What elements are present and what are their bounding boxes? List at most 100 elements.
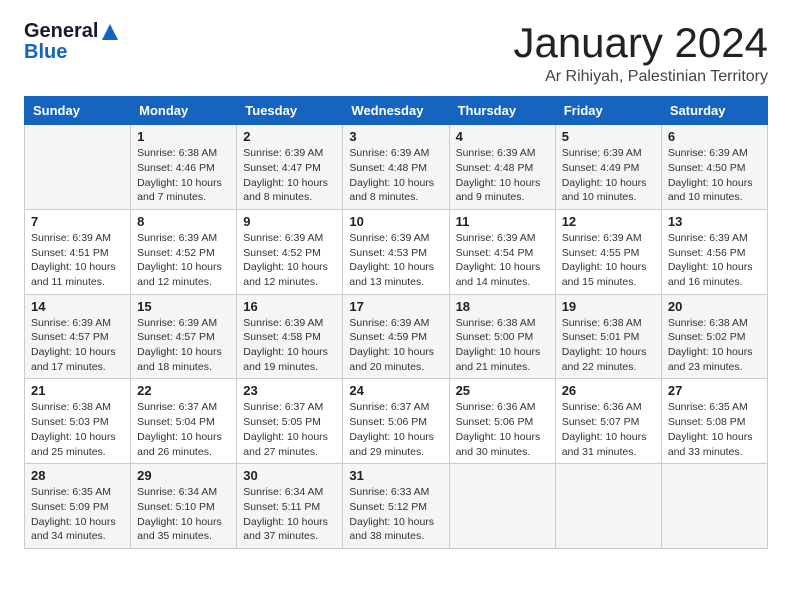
calendar-cell: 13 Sunrise: 6:39 AMSunset: 4:56 PMDayligh… — [661, 209, 767, 294]
calendar-cell: 31 Sunrise: 6:33 AMSunset: 5:12 PMDayligh… — [343, 464, 449, 549]
logo-general: General — [24, 20, 98, 43]
calendar-cell: 12Sunrise: 6:39 AMSunset: 4:55 PMDayligh… — [555, 209, 661, 294]
day-info: Sunrise: 6:34 AMSunset: 5:10 PMDaylight:… — [137, 485, 230, 544]
day-info: Sunrise: 6:39 AMSunset: 4:47 PMDaylight:… — [243, 146, 336, 205]
weekday-header-monday: Monday — [131, 97, 237, 125]
day-number: 25 — [456, 383, 549, 398]
calendar-cell — [555, 464, 661, 549]
day-info: Sunrise: 6:34 AMSunset: 5:11 PMDaylight:… — [243, 485, 336, 544]
day-number: 27 — [668, 383, 761, 398]
calendar-cell: 20 Sunrise: 6:38 AMSunset: 5:02 PMDayligh… — [661, 294, 767, 379]
day-number: 9 — [243, 214, 336, 229]
day-info: Sunrise: 6:39 AMSunset: 4:53 PMDaylight:… — [349, 231, 442, 290]
calendar-cell: 21Sunrise: 6:38 AMSunset: 5:03 PMDayligh… — [25, 379, 131, 464]
day-info: Sunrise: 6:39 AMSunset: 4:52 PMDaylight:… — [137, 231, 230, 290]
day-number: 19 — [562, 299, 655, 314]
calendar-cell — [661, 464, 767, 549]
calendar-cell: 24 Sunrise: 6:37 AMSunset: 5:06 PMDayligh… — [343, 379, 449, 464]
calendar-cell: 22 Sunrise: 6:37 AMSunset: 5:04 PMDayligh… — [131, 379, 237, 464]
calendar-cell: 14 Sunrise: 6:39 AMSunset: 4:57 PMDayligh… — [25, 294, 131, 379]
day-number: 3 — [349, 129, 442, 144]
calendar-cell: 9 Sunrise: 6:39 AMSunset: 4:52 PMDaylight… — [237, 209, 343, 294]
day-info: Sunrise: 6:37 AMSunset: 5:05 PMDaylight:… — [243, 400, 336, 459]
day-info: Sunrise: 6:39 AMSunset: 4:48 PMDaylight:… — [456, 146, 549, 205]
day-number: 13 — [668, 214, 761, 229]
weekday-header-row: SundayMondayTuesdayWednesdayThursdayFrid… — [25, 97, 768, 125]
month-year-title: January 2024 — [513, 20, 768, 66]
day-info: Sunrise: 6:36 AMSunset: 5:07 PMDaylight:… — [562, 400, 655, 459]
day-number: 31 — [349, 468, 442, 483]
day-number: 20 — [668, 299, 761, 314]
day-info: Sunrise: 6:39 AMSunset: 4:57 PMDaylight:… — [137, 316, 230, 375]
day-number: 24 — [349, 383, 442, 398]
day-number: 22 — [137, 383, 230, 398]
day-number: 26 — [562, 383, 655, 398]
day-info: Sunrise: 6:39 AMSunset: 4:58 PMDaylight:… — [243, 316, 336, 375]
day-number: 2 — [243, 129, 336, 144]
day-number: 1 — [137, 129, 230, 144]
day-info: Sunrise: 6:39 AMSunset: 4:50 PMDaylight:… — [668, 146, 761, 205]
calendar-week-row: 1 Sunrise: 6:38 AMSunset: 4:46 PMDaylight… — [25, 125, 768, 210]
calendar-cell: 6Sunrise: 6:39 AMSunset: 4:50 PMDaylight… — [661, 125, 767, 210]
day-info: Sunrise: 6:39 AMSunset: 4:48 PMDaylight:… — [349, 146, 442, 205]
day-info: Sunrise: 6:38 AMSunset: 4:46 PMDaylight:… — [137, 146, 230, 205]
calendar-table: SundayMondayTuesdayWednesdayThursdayFrid… — [24, 96, 768, 549]
calendar-cell: 26 Sunrise: 6:36 AMSunset: 5:07 PMDayligh… — [555, 379, 661, 464]
day-info: Sunrise: 6:37 AMSunset: 5:06 PMDaylight:… — [349, 400, 442, 459]
calendar-cell: 25 Sunrise: 6:36 AMSunset: 5:06 PMDayligh… — [449, 379, 555, 464]
day-number: 8 — [137, 214, 230, 229]
calendar-cell: 27Sunrise: 6:35 AMSunset: 5:08 PMDayligh… — [661, 379, 767, 464]
day-number: 4 — [456, 129, 549, 144]
day-info: Sunrise: 6:39 AMSunset: 4:56 PMDaylight:… — [668, 231, 761, 290]
calendar-cell: 7 Sunrise: 6:39 AMSunset: 4:51 PMDaylight… — [25, 209, 131, 294]
calendar-cell: 30Sunrise: 6:34 AMSunset: 5:11 PMDayligh… — [237, 464, 343, 549]
day-info: Sunrise: 6:38 AMSunset: 5:03 PMDaylight:… — [31, 400, 124, 459]
calendar-cell: 16Sunrise: 6:39 AMSunset: 4:58 PMDayligh… — [237, 294, 343, 379]
day-info: Sunrise: 6:39 AMSunset: 4:57 PMDaylight:… — [31, 316, 124, 375]
day-info: Sunrise: 6:38 AMSunset: 5:00 PMDaylight:… — [456, 316, 549, 375]
day-info: Sunrise: 6:39 AMSunset: 4:51 PMDaylight:… — [31, 231, 124, 290]
calendar-cell: 2 Sunrise: 6:39 AMSunset: 4:47 PMDaylight… — [237, 125, 343, 210]
calendar-cell: 3 Sunrise: 6:39 AMSunset: 4:48 PMDaylight… — [343, 125, 449, 210]
weekday-header-tuesday: Tuesday — [237, 97, 343, 125]
day-info: Sunrise: 6:39 AMSunset: 4:59 PMDaylight:… — [349, 316, 442, 375]
weekday-header-thursday: Thursday — [449, 97, 555, 125]
calendar-week-row: 28 Sunrise: 6:35 AMSunset: 5:09 PMDayligh… — [25, 464, 768, 549]
title-section: January 2024 Ar Rihiyah, Palestinian Ter… — [513, 20, 768, 86]
calendar-cell: 19Sunrise: 6:38 AMSunset: 5:01 PMDayligh… — [555, 294, 661, 379]
day-number: 23 — [243, 383, 336, 398]
calendar-cell: 10Sunrise: 6:39 AMSunset: 4:53 PMDayligh… — [343, 209, 449, 294]
weekday-header-friday: Friday — [555, 97, 661, 125]
day-number: 5 — [562, 129, 655, 144]
day-number: 29 — [137, 468, 230, 483]
day-number: 14 — [31, 299, 124, 314]
calendar-cell: 8 Sunrise: 6:39 AMSunset: 4:52 PMDaylight… — [131, 209, 237, 294]
day-info: Sunrise: 6:33 AMSunset: 5:12 PMDaylight:… — [349, 485, 442, 544]
calendar-cell: 5 Sunrise: 6:39 AMSunset: 4:49 PMDaylight… — [555, 125, 661, 210]
day-number: 28 — [31, 468, 124, 483]
day-info: Sunrise: 6:39 AMSunset: 4:52 PMDaylight:… — [243, 231, 336, 290]
logo-icon — [100, 22, 120, 42]
day-info: Sunrise: 6:39 AMSunset: 4:55 PMDaylight:… — [562, 231, 655, 290]
day-info: Sunrise: 6:39 AMSunset: 4:49 PMDaylight:… — [562, 146, 655, 205]
calendar-cell: 11Sunrise: 6:39 AMSunset: 4:54 PMDayligh… — [449, 209, 555, 294]
day-info: Sunrise: 6:35 AMSunset: 5:09 PMDaylight:… — [31, 485, 124, 544]
day-info: Sunrise: 6:39 AMSunset: 4:54 PMDaylight:… — [456, 231, 549, 290]
day-info: Sunrise: 6:37 AMSunset: 5:04 PMDaylight:… — [137, 400, 230, 459]
calendar-cell: 1 Sunrise: 6:38 AMSunset: 4:46 PMDaylight… — [131, 125, 237, 210]
calendar-cell: 15Sunrise: 6:39 AMSunset: 4:57 PMDayligh… — [131, 294, 237, 379]
day-info: Sunrise: 6:38 AMSunset: 5:02 PMDaylight:… — [668, 316, 761, 375]
day-info: Sunrise: 6:36 AMSunset: 5:06 PMDaylight:… — [456, 400, 549, 459]
weekday-header-sunday: Sunday — [25, 97, 131, 125]
calendar-cell: 28 Sunrise: 6:35 AMSunset: 5:09 PMDayligh… — [25, 464, 131, 549]
page-header: General Blue January 2024 Ar Rihiyah, Pa… — [24, 20, 768, 86]
day-number: 17 — [349, 299, 442, 314]
logo-blue: Blue — [24, 41, 67, 64]
calendar-cell: 23 Sunrise: 6:37 AMSunset: 5:05 PMDayligh… — [237, 379, 343, 464]
calendar-cell: 29 Sunrise: 6:34 AMSunset: 5:10 PMDayligh… — [131, 464, 237, 549]
day-number: 7 — [31, 214, 124, 229]
weekday-header-saturday: Saturday — [661, 97, 767, 125]
calendar-cell — [449, 464, 555, 549]
calendar-cell: 17 Sunrise: 6:39 AMSunset: 4:59 PMDayligh… — [343, 294, 449, 379]
calendar-cell: 4 Sunrise: 6:39 AMSunset: 4:48 PMDaylight… — [449, 125, 555, 210]
